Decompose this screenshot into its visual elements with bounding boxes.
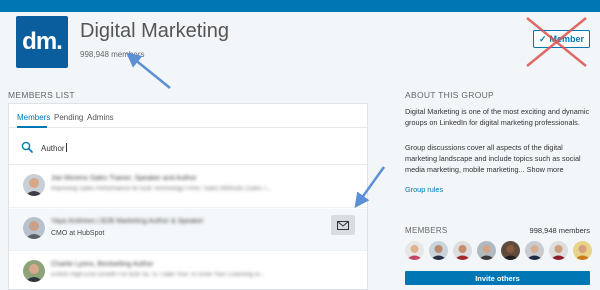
members-panel-count: 998,948 members <box>529 226 590 235</box>
message-button[interactable] <box>331 215 355 235</box>
group-header: dm. Digital Marketing 998,948 members <box>0 12 600 76</box>
avatar <box>23 174 45 196</box>
member-name[interactable]: Charlie Lyons, Bestselling Author <box>51 261 153 268</box>
list-item[interactable]: Yaya Andrews | B2B Marketing Author & Sp… <box>9 209 367 251</box>
members-panel-label: MEMBERS <box>405 226 448 235</box>
tab-pending[interactable]: Pending <box>54 113 83 122</box>
list-item[interactable]: Joe Moreno Sales Trainer, Speaker and Au… <box>9 166 367 208</box>
envelope-icon <box>337 220 349 230</box>
group-logo: dm. <box>16 16 68 68</box>
group-rules-link[interactable]: Group rules <box>405 185 443 194</box>
about-heading: ABOUT THIS GROUP <box>405 90 495 100</box>
invite-others-button[interactable]: Invite others <box>405 271 590 285</box>
check-icon: ✓ <box>538 33 547 44</box>
avatar[interactable] <box>477 241 496 260</box>
member-button[interactable]: ✓ Member <box>533 30 590 48</box>
show-more-link[interactable]: Show more <box>527 165 564 174</box>
member-search[interactable]: Author <box>9 129 367 165</box>
avatar[interactable] <box>573 241 592 260</box>
about-description: Digital Marketing is one of the most exc… <box>405 107 590 127</box>
top-navigation-bar <box>0 0 600 12</box>
tab-admins[interactable]: Admins <box>87 113 114 122</box>
member-headline: Improving Sales Performance for B2B Tech… <box>51 186 272 192</box>
member-button-label: Member <box>549 34 585 44</box>
avatar[interactable] <box>405 241 424 260</box>
member-headline: CMO at HubSpot <box>51 230 105 237</box>
avatar[interactable] <box>429 241 448 260</box>
avatar[interactable] <box>501 241 520 260</box>
avatar <box>23 260 45 282</box>
search-icon <box>21 141 33 153</box>
avatar[interactable] <box>549 241 568 260</box>
members-tabs: Members Pending Admins <box>9 104 367 128</box>
list-item[interactable]: Charlie Lyons, Bestselling Author Enlist… <box>9 252 367 290</box>
member-name[interactable]: Joe Moreno Sales Trainer, Speaker and Au… <box>51 175 197 182</box>
member-name[interactable]: Yaya Andrews | B2B Marketing Author & Sp… <box>51 218 204 225</box>
group-member-count: 998,948 members <box>80 50 145 59</box>
member-headline: Enlists High-End Growth For B2B SE To Tr… <box>51 272 265 278</box>
members-list-panel: Members Pending Admins Author Joe Moreno… <box>8 103 368 290</box>
search-input[interactable]: Author <box>41 143 67 153</box>
tab-members[interactable]: Members <box>17 113 50 122</box>
avatar[interactable] <box>525 241 544 260</box>
about-topics: Group discussions cover all aspects of t… <box>405 143 581 174</box>
members-list-heading: MEMBERS LIST <box>8 90 75 100</box>
group-title: Digital Marketing <box>80 20 229 42</box>
avatar <box>23 217 45 239</box>
active-tab-indicator <box>17 126 47 128</box>
members-panel-header: MEMBERS 998,948 members <box>405 226 590 235</box>
avatar[interactable] <box>453 241 472 260</box>
